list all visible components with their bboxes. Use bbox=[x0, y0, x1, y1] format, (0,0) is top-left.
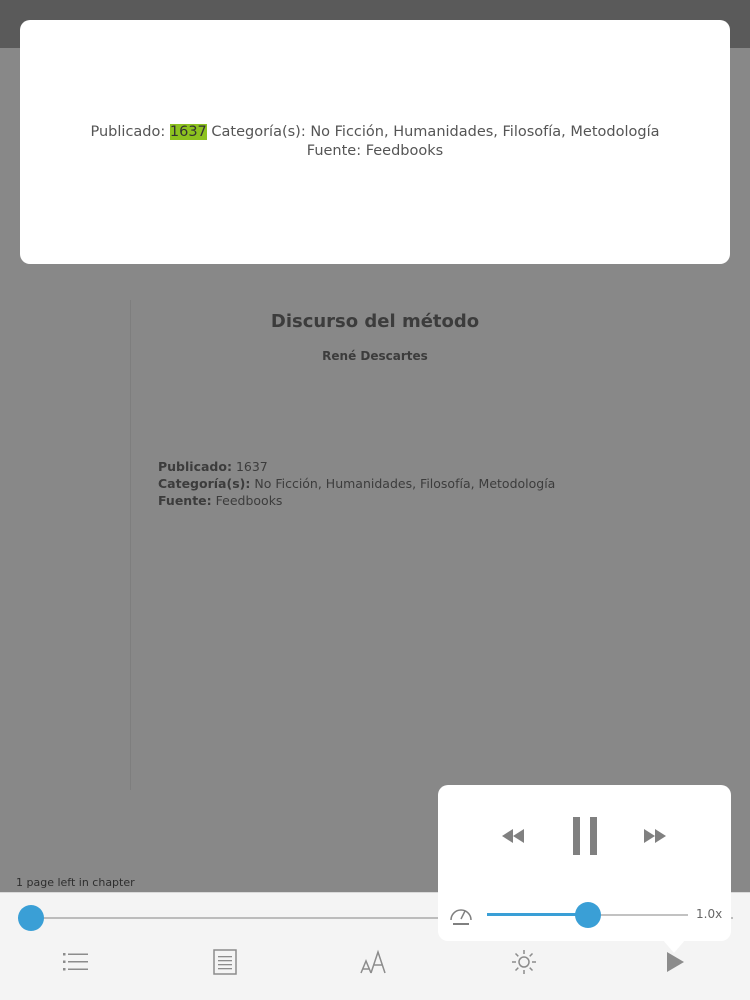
meta-value: No Ficción, Humanidades, Filosofía, Meto… bbox=[254, 476, 556, 491]
meta-key: Categoría(s): bbox=[158, 476, 251, 491]
popup-line-published-categories: Publicado: 1637 Categoría(s): No Ficción… bbox=[20, 124, 730, 140]
highlighted-word[interactable]: 1637 bbox=[169, 124, 207, 140]
meta-row-published: Publicado: 1637 bbox=[158, 458, 658, 475]
audio-popup-pointer bbox=[662, 939, 686, 953]
metadata-popup-card: Publicado: 1637 Categoría(s): No Ficción… bbox=[20, 20, 730, 264]
popup-line-source: Fuente: Feedbooks bbox=[306, 143, 444, 159]
meta-key: Fuente: bbox=[158, 493, 212, 508]
font-size-icon[interactable] bbox=[359, 947, 389, 977]
playback-speed-icon bbox=[446, 901, 476, 929]
speed-slider-thumb[interactable] bbox=[574, 902, 601, 928]
table-of-contents-icon[interactable] bbox=[61, 947, 91, 977]
notes-icon[interactable] bbox=[210, 947, 240, 977]
pause-icon[interactable] bbox=[566, 813, 604, 859]
chapter-progress-thumb[interactable] bbox=[18, 905, 44, 931]
book-title: Discurso del método bbox=[270, 311, 480, 332]
meta-value: Feedbooks bbox=[215, 493, 283, 508]
book-author: René Descartes bbox=[322, 349, 428, 363]
speed-slider-fill bbox=[487, 913, 588, 916]
meta-row-categories: Categoría(s): No Ficción, Humanidades, F… bbox=[158, 475, 658, 492]
audio-player-popup: 1.0x bbox=[438, 785, 731, 941]
book-metadata: Publicado: 1637 Categoría(s): No Ficción… bbox=[158, 458, 658, 509]
page-sheet bbox=[130, 300, 750, 790]
fast-forward-icon[interactable] bbox=[640, 821, 670, 851]
popup-categories-text: Categoría(s): No Ficción, Humanidades, F… bbox=[206, 124, 660, 140]
meta-row-source: Fuente: Feedbooks bbox=[158, 492, 658, 509]
meta-key: Publicado: bbox=[158, 459, 232, 474]
popup-published-prefix: Publicado: bbox=[90, 124, 170, 140]
meta-value: 1637 bbox=[235, 459, 268, 474]
pages-left-label: 1 page left in chapter bbox=[16, 876, 135, 889]
speed-value-label: 1.0x bbox=[696, 907, 723, 921]
reader-screen: Discurso del método René Descartes Publi… bbox=[0, 0, 750, 1000]
rewind-icon[interactable] bbox=[498, 821, 528, 851]
brightness-icon[interactable] bbox=[509, 947, 539, 977]
